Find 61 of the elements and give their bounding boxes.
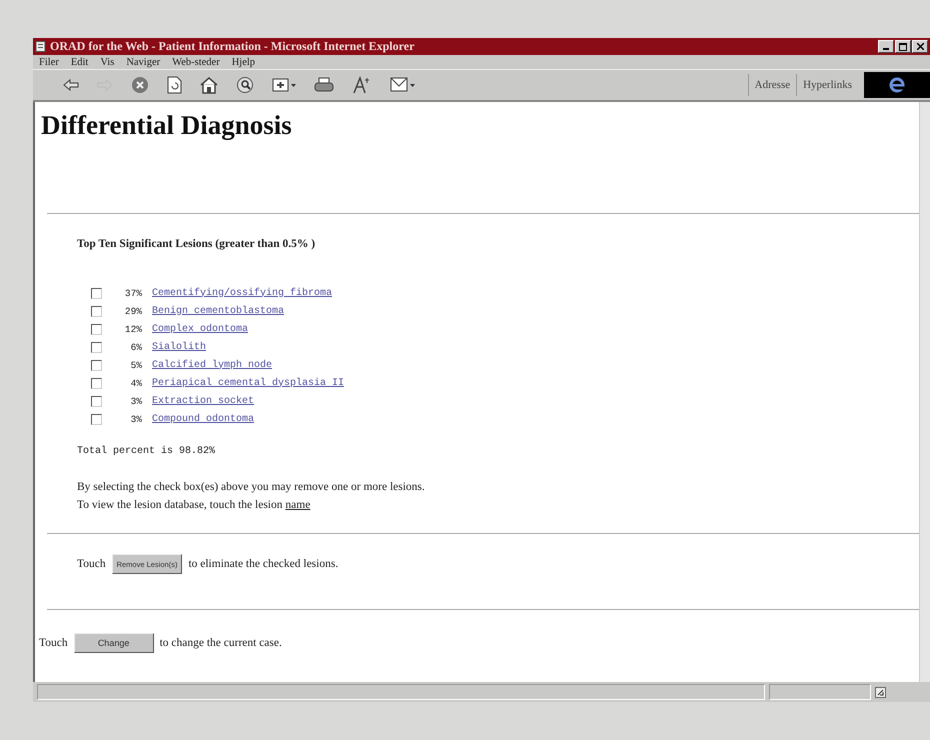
lesion-link[interactable]: Extraction socket bbox=[152, 396, 254, 406]
touch-text: to eliminate the checked lesions. bbox=[188, 558, 338, 570]
browser-logo bbox=[864, 72, 930, 98]
maximize-button[interactable] bbox=[895, 40, 911, 53]
checkbox[interactable] bbox=[91, 396, 102, 406]
menu-item[interactable]: Web-steder bbox=[172, 56, 220, 68]
lesion-link[interactable]: Sialolith bbox=[152, 342, 206, 352]
touch-text: to change the current case. bbox=[160, 637, 282, 649]
mail-icon[interactable] bbox=[390, 76, 416, 94]
percentage-text: 4% bbox=[130, 378, 142, 388]
menu-item[interactable]: Hjelp bbox=[232, 56, 256, 68]
percentage-text: 3% bbox=[130, 414, 142, 424]
checkbox[interactable] bbox=[91, 306, 102, 316]
lesion-link[interactable]: Complex odontoma bbox=[152, 324, 248, 334]
lesion-link[interactable]: Calcified lymph node bbox=[152, 360, 272, 370]
percentage-text: 5% bbox=[130, 360, 142, 370]
toolbar-link[interactable]: Adresse bbox=[748, 74, 796, 96]
zone-icon bbox=[875, 686, 886, 698]
page-icon bbox=[35, 41, 46, 52]
home-icon[interactable] bbox=[200, 76, 218, 94]
checkbox[interactable] bbox=[91, 324, 102, 334]
window-title: ORAD for the Web - Patient Information - Microsoft Internet Explorer bbox=[50, 39, 414, 54]
back-icon[interactable] bbox=[63, 78, 79, 92]
section-heading: Top Ten Significant Lesions (greater than 0.5% ) bbox=[77, 238, 316, 250]
lesion-link[interactable]: Cementifying/ossifying fibroma bbox=[152, 288, 332, 298]
font-icon[interactable] bbox=[352, 76, 372, 94]
page-heading: Differential Diagnosis bbox=[41, 110, 293, 141]
percentage-text: 3% bbox=[130, 396, 142, 406]
menu-item[interactable]: Edit bbox=[70, 56, 88, 68]
percentage-text: 6% bbox=[130, 342, 142, 352]
close-button[interactable] bbox=[912, 40, 928, 53]
instruction-text: To view the lesion database, touch the lesion name bbox=[77, 499, 312, 511]
printer-icon[interactable] bbox=[314, 77, 334, 93]
menu-item[interactable]: Vis bbox=[100, 56, 114, 68]
lesion-link[interactable]: Benign cementoblastoma bbox=[152, 306, 284, 316]
name-link[interactable]: name bbox=[285, 499, 310, 511]
percentage-text: 29% bbox=[124, 306, 142, 316]
search-icon[interactable] bbox=[236, 76, 254, 94]
refresh-icon[interactable] bbox=[167, 76, 182, 94]
checkbox[interactable] bbox=[91, 288, 102, 298]
toolbar-link[interactable]: Hyperlinks bbox=[796, 74, 858, 96]
menu-item[interactable]: Naviger bbox=[126, 56, 160, 68]
percentage-text: 12% bbox=[124, 324, 142, 334]
maximize-icon bbox=[899, 42, 907, 50]
checkbox[interactable] bbox=[91, 378, 102, 388]
minimize-button[interactable] bbox=[878, 40, 894, 53]
checkbox[interactable] bbox=[91, 360, 102, 370]
checkbox[interactable] bbox=[91, 414, 102, 424]
checkbox[interactable] bbox=[91, 342, 102, 352]
touch-text: Touch bbox=[39, 637, 68, 649]
instruction-text: By selecting the check box(es) above you may remove one or more lesions. bbox=[77, 481, 426, 493]
percentage-text: 37% bbox=[124, 288, 142, 298]
menu-item[interactable]: Filer bbox=[39, 56, 59, 68]
change-button[interactable]: Change bbox=[74, 633, 154, 653]
touch-text: Touch bbox=[77, 558, 106, 570]
stop-icon[interactable] bbox=[131, 76, 149, 94]
lesion-link[interactable]: Periapical cemental dysplasia II bbox=[152, 378, 344, 388]
close-icon bbox=[916, 43, 924, 50]
total-text: Total percent is 98.82% bbox=[77, 446, 216, 457]
favorites-icon[interactable] bbox=[272, 77, 296, 93]
lesion-link[interactable]: Compound odontoma bbox=[152, 414, 254, 424]
